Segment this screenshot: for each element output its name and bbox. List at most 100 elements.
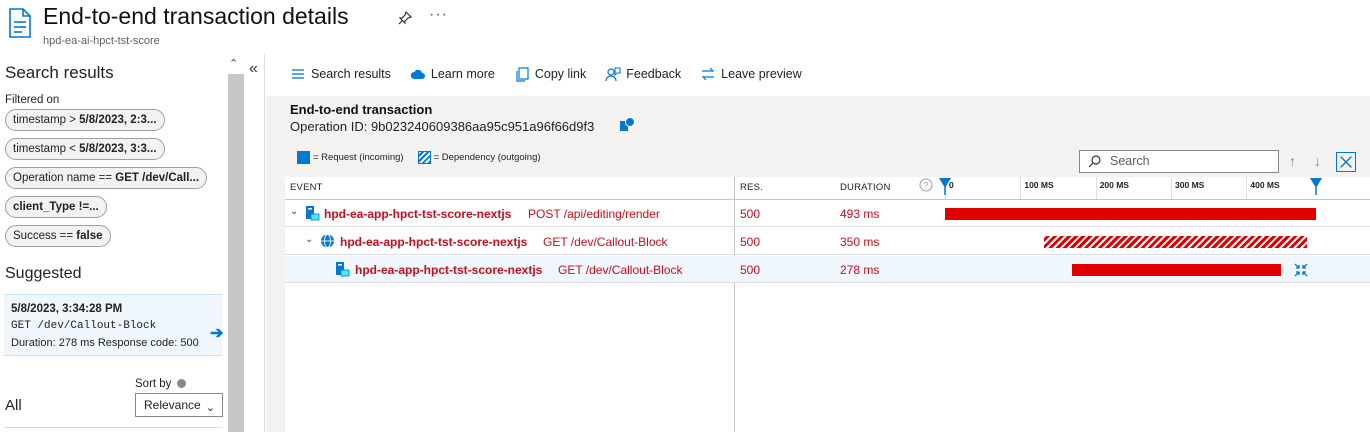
filtered-on-label: Filtered on [5, 94, 60, 106]
transaction-title: End-to-end transaction [290, 102, 433, 117]
feedback-label: Feedback [626, 67, 682, 81]
suggested-title: Suggested [5, 265, 82, 282]
close-icon[interactable] [1336, 152, 1356, 172]
filter-prefix: timestamp < [13, 143, 80, 155]
panel-divider [264, 54, 265, 432]
pin-icon[interactable] [397, 10, 413, 26]
legend: = Request (incoming) = Dependency (outgo… [297, 151, 541, 164]
column-header-event[interactable]: EVENT [290, 182, 323, 193]
dependency-legend-label: = Dependency (outgoing) [433, 152, 541, 163]
search-input[interactable]: Search [1079, 150, 1279, 173]
table-row[interactable]: hpd-ea-app-hpct-tst-score-nextjs GET /de… [285, 256, 1370, 283]
switch-icon [701, 67, 715, 81]
svg-text:?: ? [923, 181, 928, 191]
help-icon[interactable]: ? [919, 178, 933, 192]
filter-value: false [76, 230, 103, 242]
search-results-title: Search results [5, 63, 114, 82]
filter-chip-operation-name[interactable]: Operation name == GET /dev/Call... [5, 167, 208, 189]
list-icon [292, 69, 304, 79]
request-server-icon [336, 262, 350, 277]
timeline-tick-label: 200 MS [1099, 180, 1129, 190]
filter-prefix: Success == [13, 230, 77, 242]
learn-more-label: Learn more [430, 67, 495, 81]
leave-preview-button[interactable]: Leave preview [700, 66, 802, 82]
request-legend-label: = Request (incoming) [313, 152, 404, 163]
search-results-label: Search results [311, 67, 391, 81]
request-legend-swatch [297, 151, 310, 164]
arrow-down-icon[interactable]: ↓ [1314, 153, 1321, 169]
suggested-meta: Duration: 278 ms Response code: 500 [11, 337, 199, 349]
operation-id-label: Operation ID: [290, 119, 371, 134]
filter-chip-client-type[interactable]: client_Type !=... [5, 196, 107, 218]
timeline-tick-label: 400 MS [1250, 180, 1280, 190]
arrow-right-icon[interactable]: ➔ [210, 323, 223, 343]
info-icon [176, 379, 186, 389]
sort-by-value: Relevance [144, 398, 201, 412]
column-header-res[interactable]: RES. [740, 182, 763, 193]
dependency-globe-icon [321, 234, 334, 248]
event-name[interactable]: hpd-ea-app-hpct-tst-score-nextjs [324, 207, 511, 221]
event-duration: 278 ms [840, 263, 880, 277]
suggested-time: 5/8/2023, 3:34:28 PM [11, 303, 123, 315]
leave-preview-label: Leave preview [721, 67, 802, 81]
timeline-tick-label: 300 MS [1175, 180, 1205, 190]
duration-value: 278 ms [58, 337, 95, 349]
sort-by-dropdown[interactable]: Relevance ⌄ [135, 393, 223, 417]
sort-by-text: Sort by [135, 378, 172, 390]
timeline-tick-line [1020, 177, 1022, 199]
filter-prefix: Operation name == [13, 172, 116, 184]
event-operation: POST /api/editing/render [528, 207, 660, 221]
timeline-start-marker[interactable] [938, 177, 952, 195]
response-label: Response code: [97, 337, 178, 349]
page-title: End-to-end transaction details [43, 3, 349, 29]
chevron-down-icon[interactable]: ⌄ [305, 234, 313, 245]
event-name[interactable]: hpd-ea-app-hpct-tst-score-nextjs [340, 235, 527, 249]
event-result-code: 500 [740, 207, 761, 221]
timeline-end-marker[interactable] [1309, 177, 1323, 195]
table-row[interactable]: ⌄ hpd-ea-app-hpct-tst-score-nextjs POST … [285, 200, 1370, 227]
filter-chip-success[interactable]: Success == false [5, 225, 111, 247]
timeline-bar[interactable] [1071, 264, 1282, 276]
feedback-button[interactable]: Feedback [605, 66, 681, 82]
timeline-tick-line [1095, 177, 1097, 199]
filter-chip-timestamp-gt[interactable]: timestamp > 5/8/2023, 2:3... [5, 109, 165, 131]
suggested-result-card[interactable]: 5/8/2023, 3:34:28 PM GET /dev/Callout-Bl… [4, 294, 223, 356]
event-name[interactable]: hpd-ea-app-hpct-tst-score-nextjs [355, 263, 542, 277]
search-placeholder: Search [1110, 154, 1150, 168]
column-header-duration[interactable]: DURATION [840, 182, 891, 193]
operation-id-copy-icon[interactable] [619, 116, 635, 132]
copy-link-button[interactable]: Copy link [514, 66, 586, 82]
timeline-tick-line [1171, 177, 1173, 199]
search-icon [1088, 155, 1101, 168]
copy-link-label: Copy link [534, 67, 587, 81]
filter-value: GET /dev/Call... [115, 172, 200, 184]
page-subtitle: hpd-ea-ai-hpct-tst-score [43, 35, 160, 47]
timeline-bar[interactable] [1043, 236, 1308, 248]
suggested-operation: GET /dev/Callout-Block [11, 320, 157, 332]
collapse-panel-icon[interactable]: « [249, 60, 258, 78]
filter-chip-timestamp-lt[interactable]: timestamp < 5/8/2023, 3:3... [5, 138, 165, 160]
event-duration: 350 ms [840, 235, 880, 249]
event-result-code: 500 [740, 235, 761, 249]
filter-value: 5/8/2023, 3:3... [79, 143, 157, 155]
document-icon [9, 8, 31, 38]
request-server-icon [306, 206, 320, 221]
filter-value: client_Type !=... [13, 201, 99, 213]
toolbar: Search results Learn more Copy link Feed… [290, 66, 821, 82]
response-value: 500 [180, 337, 199, 349]
more-options-icon[interactable]: ··· [429, 6, 448, 24]
scroll-up-icon[interactable]: ⌃ [229, 57, 238, 70]
arrow-up-icon[interactable]: ↑ [1289, 153, 1296, 169]
timeline-bar[interactable] [945, 208, 1317, 220]
copy-icon [516, 67, 529, 82]
collapse-arrows-icon[interactable] [1294, 263, 1308, 277]
learn-more-button[interactable]: Learn more [410, 66, 495, 82]
search-results-button[interactable]: Search results [290, 66, 391, 82]
chevron-down-icon: ⌄ [205, 402, 215, 414]
scrollbar[interactable] [228, 74, 244, 432]
event-result-code: 500 [740, 263, 761, 277]
duration-label: Duration: [11, 337, 56, 349]
table-row[interactable]: ⌄ hpd-ea-app-hpct-tst-score-nextjs GET /… [285, 228, 1370, 255]
event-duration: 493 ms [840, 207, 880, 221]
chevron-down-icon[interactable]: ⌄ [290, 206, 298, 217]
